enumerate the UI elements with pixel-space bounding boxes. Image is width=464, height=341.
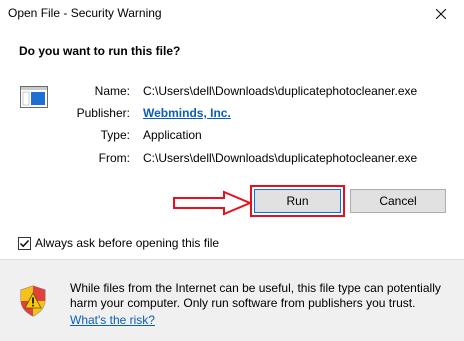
close-button[interactable]	[418, 0, 464, 28]
publisher-link[interactable]: Webminds, Inc.	[143, 106, 231, 120]
window-title: Open File - Security Warning	[8, 6, 162, 20]
title-bar: Open File - Security Warning	[0, 0, 464, 28]
type-label: Type:	[100, 128, 130, 142]
run-button[interactable]: Run	[254, 189, 341, 213]
application-icon	[20, 86, 48, 108]
close-icon	[436, 9, 446, 19]
publisher-label: Publisher:	[76, 106, 130, 120]
cancel-button[interactable]: Cancel	[350, 189, 446, 213]
name-label: Name:	[94, 84, 130, 98]
whats-the-risk-link[interactable]: What's the risk?	[70, 313, 155, 327]
always-ask-checkbox[interactable]	[18, 236, 31, 250]
prompt-question: Do you want to run this file?	[19, 44, 181, 58]
from-label: From:	[98, 151, 130, 165]
checkmark-icon	[20, 239, 30, 247]
always-ask-option[interactable]: Always ask before opening this file	[18, 236, 219, 250]
annotation-arrow	[173, 190, 253, 216]
from-value: C:\Users\dell\Downloads\duplicatephotocl…	[143, 151, 418, 165]
always-ask-label: Always ask before opening this file	[35, 236, 220, 250]
type-value: Application	[143, 128, 202, 142]
warning-message: While files from the Internet can be use…	[70, 281, 441, 310]
name-value: C:\Users\dell\Downloads\duplicatephotocl…	[143, 84, 418, 98]
security-shield-icon	[20, 285, 46, 317]
